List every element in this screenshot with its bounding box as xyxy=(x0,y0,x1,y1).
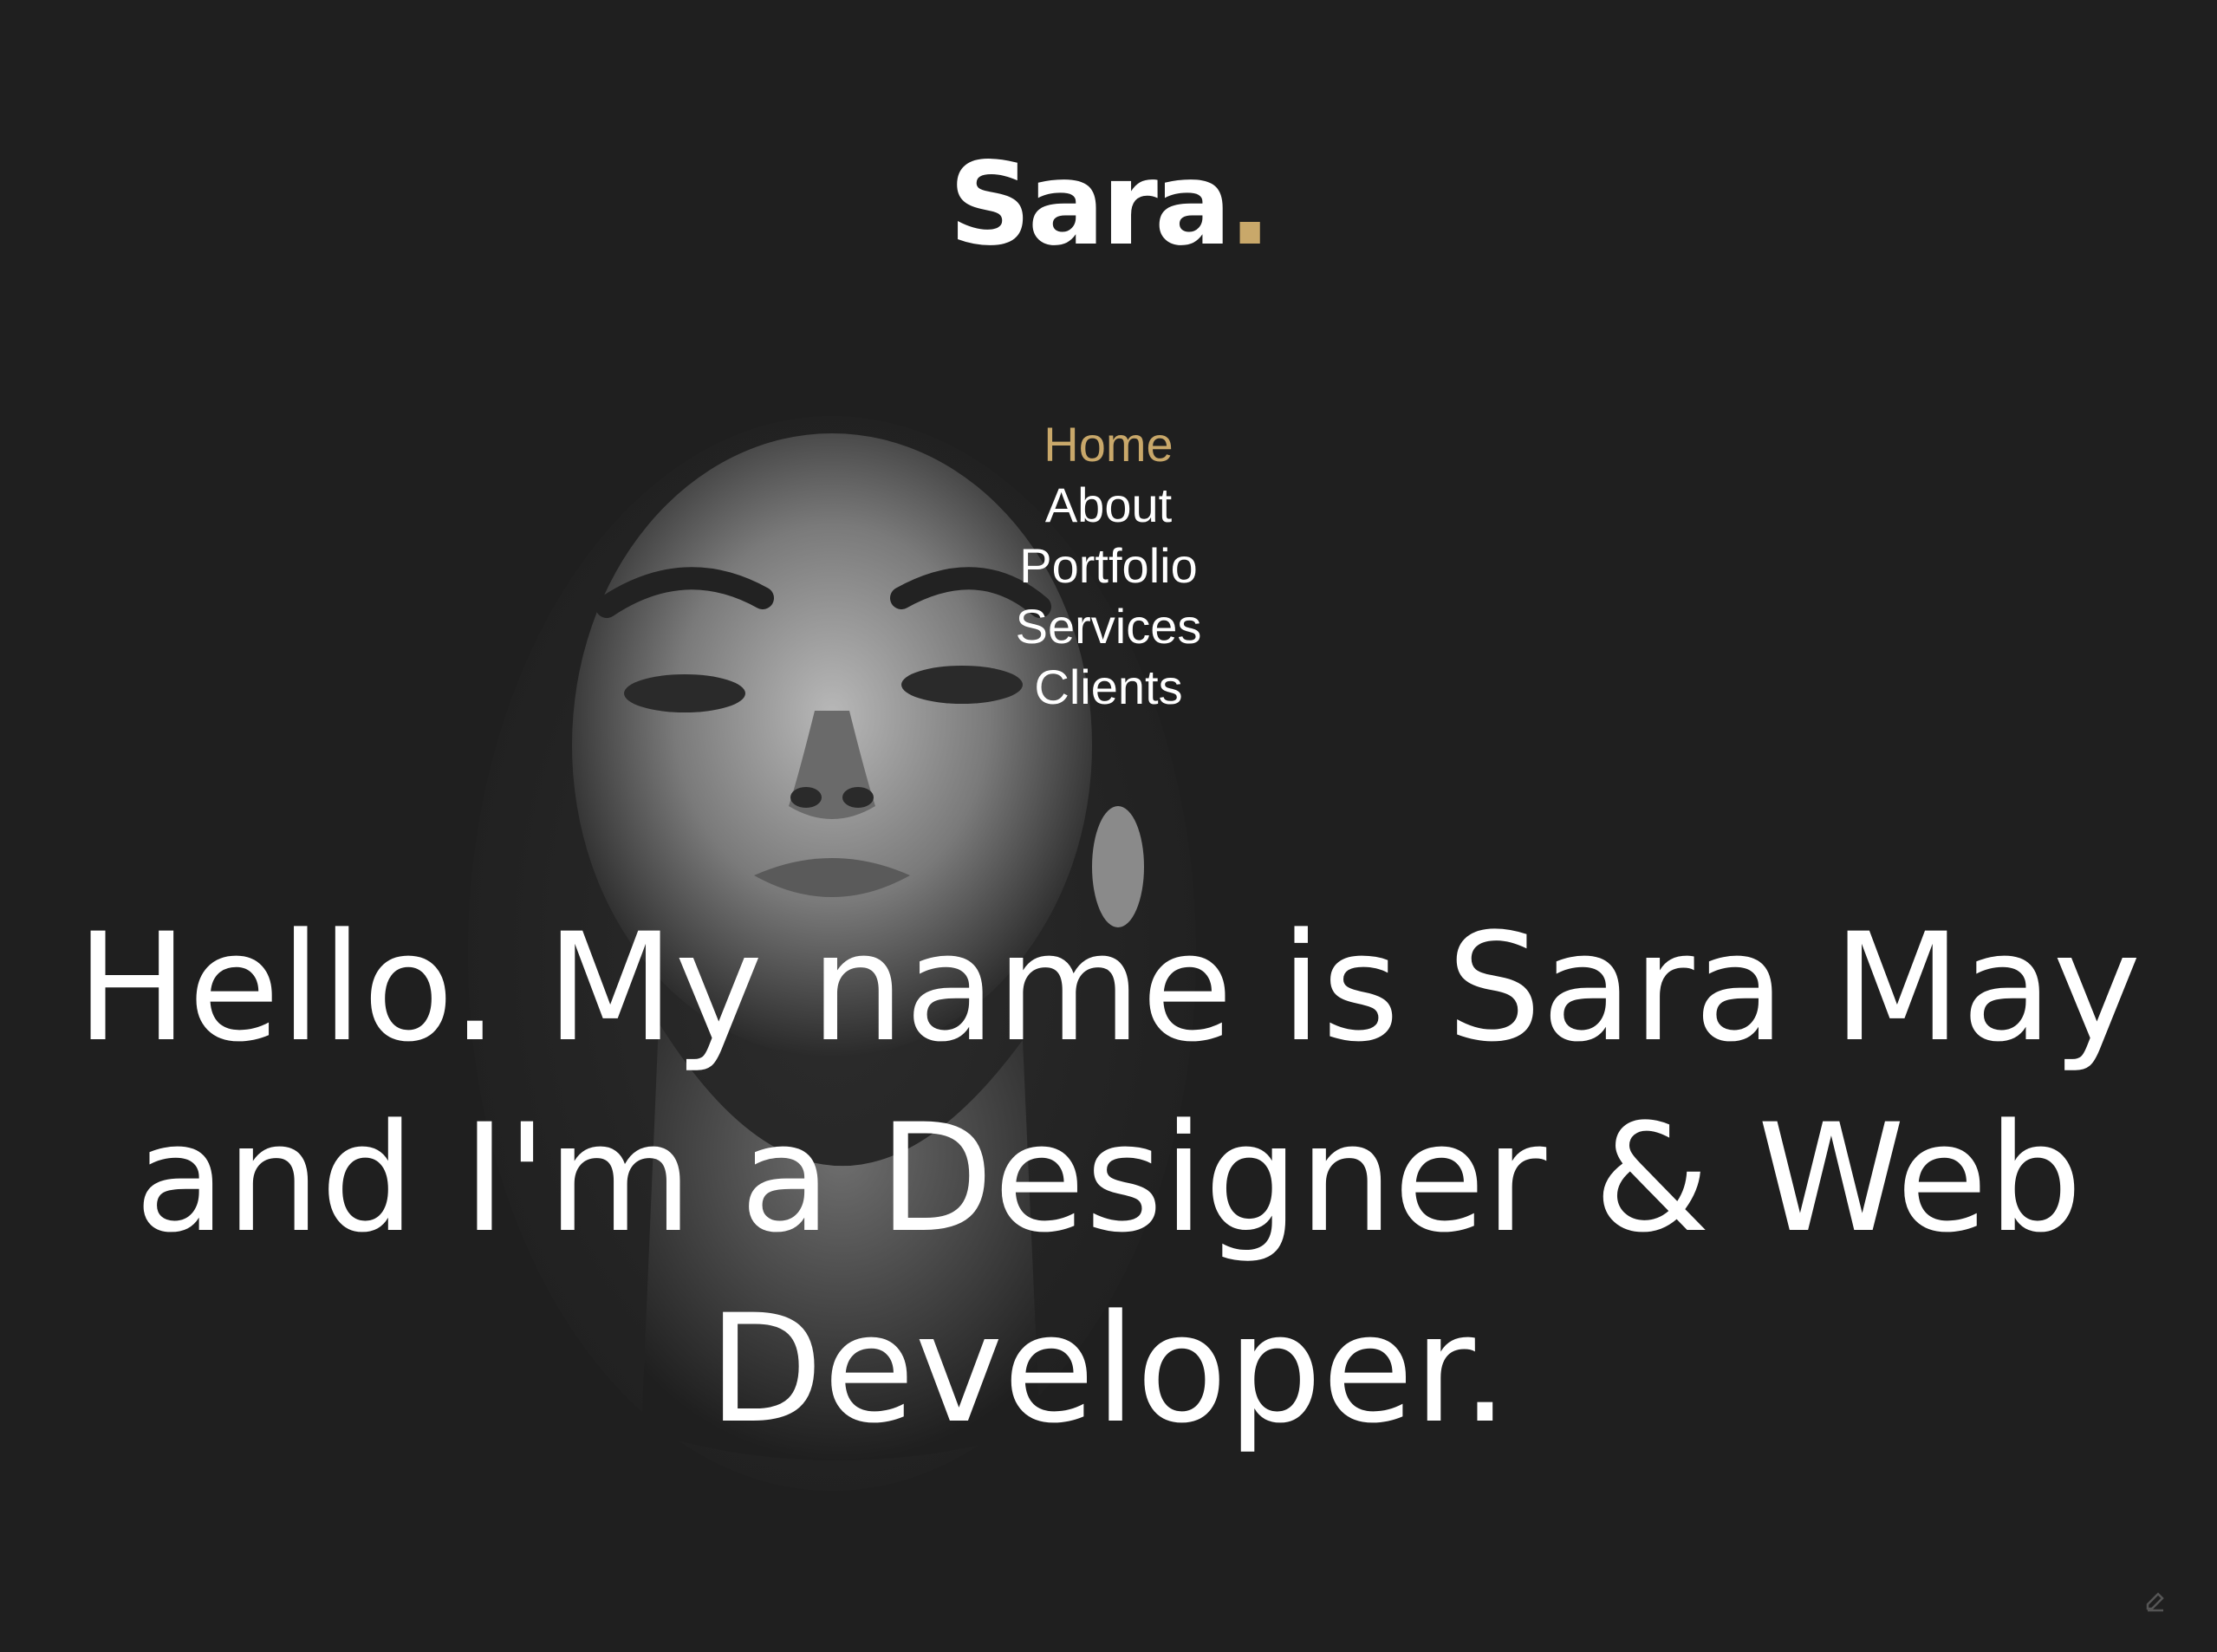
edit-icon[interactable] xyxy=(2142,1588,2168,1614)
nav-item-home[interactable]: Home xyxy=(0,414,2217,475)
nav-item-about[interactable]: About xyxy=(0,475,2217,536)
hero-headline: Hello. My name is Sara May and I'm a Des… xyxy=(75,901,2142,1456)
nav-item-services[interactable]: Services xyxy=(0,596,2217,657)
nav-item-clients[interactable]: Clients xyxy=(0,657,2217,718)
brand-logo[interactable]: Sara. xyxy=(0,147,2217,262)
nav-item-portfolio[interactable]: Portfolio xyxy=(0,536,2217,596)
main-nav: Home About Portfolio Services Clients xyxy=(0,414,2217,718)
brand-name: Sara xyxy=(948,138,1232,271)
brand-dot: . xyxy=(1228,138,1271,271)
